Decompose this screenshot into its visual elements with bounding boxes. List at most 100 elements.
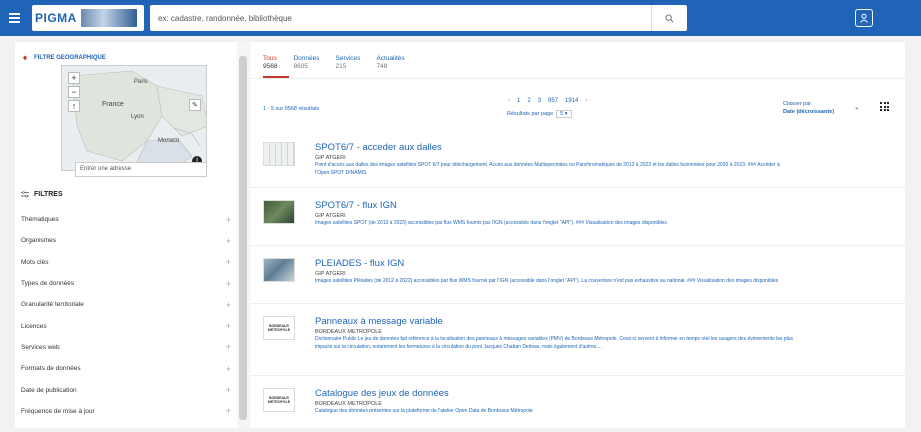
tab-label: Actualités — [376, 55, 405, 62]
map-city-label: Lyon — [131, 114, 144, 120]
tab-count: 9568 — [263, 63, 278, 70]
map[interactable]: Paris France Lyon Monaco + − ↑ ✎ i — [61, 65, 207, 171]
top-bar: PIGMA ex: cadastre, randonnée, bibliothè… — [0, 0, 921, 36]
result-item[interactable]: SPOT6/7 - flux IGN GIP ATGERI Images satel… — [250, 188, 905, 246]
result-description: Dictionnaire Public Le jeu de données fa… — [315, 336, 794, 350]
search-bar[interactable]: ex: cadastre, randonnée, bibliothèque — [150, 5, 687, 31]
result-title[interactable]: Catalogue des jeux de données — [315, 388, 449, 399]
menu-icon[interactable] — [0, 0, 28, 36]
filter-label: Organismes — [21, 237, 57, 245]
geo-filter-header[interactable]: FILTRE GEOGRAPHIQUE — [22, 55, 106, 61]
sort-control[interactable]: Classer par Date (décroissante) — [783, 100, 834, 116]
filter-item[interactable]: Organismes + — [21, 230, 231, 251]
zoom-out-button[interactable]: − — [68, 86, 80, 98]
result-title[interactable]: Panneaux à message variable — [315, 316, 443, 327]
filter-label: Formats de données — [21, 365, 81, 373]
plus-icon: + — [225, 299, 231, 310]
user-button[interactable] — [855, 9, 873, 27]
tab-label: Données — [293, 55, 320, 62]
tab-3[interactable]: Actualités 748 — [376, 55, 404, 71]
search-input[interactable]: ex: cadastre, randonnée, bibliothèque — [158, 14, 292, 23]
prev-page-icon[interactable]: ‹ — [508, 98, 510, 104]
pagination-top: ‹ 1 2 3 957 1914 › — [508, 98, 587, 104]
sort-label: Classer par — [783, 101, 812, 107]
result-title[interactable]: SPOT6/7 - flux IGN — [315, 200, 397, 211]
filter-item[interactable]: Granularité territoriale + — [21, 294, 231, 315]
filter-label: Licences — [21, 322, 47, 330]
result-item[interactable]: PLEIADES - flux IGN GIP ATGERI Images sate… — [250, 246, 905, 304]
tab-2[interactable]: Services 215 — [336, 55, 361, 71]
geo-filter-title: FILTRE GEOGRAPHIQUE — [34, 55, 106, 61]
filter-label: Granularité territoriale — [21, 301, 84, 309]
result-thumbnail[interactable]: BORDEAUX MÉTROPOLE — [263, 388, 295, 412]
result-thumbnail[interactable] — [263, 200, 295, 224]
page-link[interactable]: 2 — [527, 98, 530, 104]
locate-button[interactable]: ↑ — [68, 100, 80, 112]
filter-label: Services web — [21, 343, 60, 351]
page-link[interactable]: 1914 — [565, 98, 578, 104]
result-thumbnail[interactable]: BORDEAUX MÉTROPOLE — [263, 316, 295, 340]
result-description: Catalogue des données présentes sur la p… — [315, 408, 533, 414]
result-item[interactable]: SPOT6/7 - acceder aux dalles GIP ATGERI Po… — [250, 130, 905, 188]
filter-label: Date de publication — [21, 386, 77, 394]
filter-item[interactable]: Licences + — [21, 315, 231, 336]
next-page-icon[interactable]: › — [585, 98, 587, 104]
filter-list: Thématiques + Organismes + Mots clés + Types d… — [21, 209, 231, 422]
plus-icon: + — [225, 278, 231, 289]
sidebar: FILTRE GEOGRAPHIQUE Paris France Lyon Mo… — [15, 42, 249, 428]
tab-label: Tous — [263, 55, 277, 62]
per-page-select[interactable]: 5 ▾ — [556, 110, 572, 118]
filters-header: FILTRES — [21, 191, 63, 198]
sidebar-scrollbar[interactable] — [237, 42, 249, 428]
grid-view-icon[interactable] — [880, 102, 889, 111]
filter-item[interactable]: Types de données + — [21, 273, 231, 294]
filter-label: Thématiques — [21, 216, 59, 224]
filter-label: Fréquence de mise à jour — [21, 407, 95, 415]
logo[interactable]: PIGMA — [32, 5, 144, 31]
filter-item[interactable]: Services web + — [21, 337, 231, 358]
tab-1[interactable]: Données 8605 — [293, 55, 319, 71]
result-thumbnail[interactable] — [263, 142, 295, 166]
filter-item[interactable]: Date de publication + — [21, 379, 231, 400]
filter-label: Mots clés — [21, 258, 49, 266]
result-organization: BORDEAUX METROPOLE — [315, 401, 382, 407]
tab-0[interactable]: Tous 9568 — [263, 55, 277, 71]
scrollbar-thumb[interactable] — [239, 56, 247, 420]
page-link[interactable]: 957 — [548, 98, 558, 104]
plus-icon: + — [225, 406, 231, 417]
result-description: Point d'accès aux dalles des images sate… — [315, 162, 780, 176]
map-zoom-controls: + − ↑ — [68, 72, 80, 112]
zoom-in-button[interactable]: + — [68, 72, 80, 84]
result-tabs: Tous 9568 Données 8605 Services 215 Actualités… — [263, 55, 405, 71]
map-city-label: Paris — [134, 79, 148, 85]
logo-text: PIGMA — [35, 11, 77, 25]
result-organization: GIP ATGERI — [315, 213, 346, 219]
tab-count: 748 — [376, 63, 388, 70]
draw-area-icon[interactable]: ✎ — [189, 99, 201, 111]
plus-icon: + — [225, 321, 231, 332]
tab-count: 215 — [335, 63, 347, 70]
chevron-down-icon[interactable]: ⌄ — [854, 103, 860, 111]
filter-item[interactable]: Fréquence de mise à jour + — [21, 401, 231, 422]
page-link[interactable]: 3 — [538, 98, 541, 104]
filters-icon — [21, 191, 29, 198]
per-page-label: Résultats par page — [507, 111, 554, 117]
filter-item[interactable]: Formats de données + — [21, 358, 231, 379]
result-title[interactable]: PLEIADES - flux IGN — [315, 258, 404, 269]
plus-icon: + — [225, 342, 231, 353]
result-item[interactable]: BORDEAUX MÉTROPOLE Panneaux à message vari… — [250, 304, 905, 376]
search-button[interactable] — [651, 5, 687, 31]
results-list: SPOT6/7 - acceder aux dalles GIP ATGERI Po… — [250, 130, 905, 428]
page-link[interactable]: 1 — [517, 98, 520, 104]
tab-label: Services — [335, 55, 361, 62]
address-input[interactable]: Entrer une adresse — [75, 162, 207, 177]
result-description: Images satellites Pléiades (de 2012 à 20… — [315, 278, 779, 284]
filter-item[interactable]: Mots clés + — [21, 252, 231, 273]
filter-item[interactable]: Thématiques + — [21, 209, 231, 230]
result-item[interactable]: BORDEAUX MÉTROPOLE Catalogue des jeux de d… — [250, 376, 905, 428]
result-title[interactable]: SPOT6/7 - acceder aux dalles — [315, 142, 442, 153]
map-city-label: Monaco — [158, 138, 180, 144]
result-thumbnail[interactable] — [263, 258, 295, 282]
results-count: 1 - 5 sur 9568 résultats — [263, 106, 320, 112]
logo-image — [80, 9, 137, 27]
